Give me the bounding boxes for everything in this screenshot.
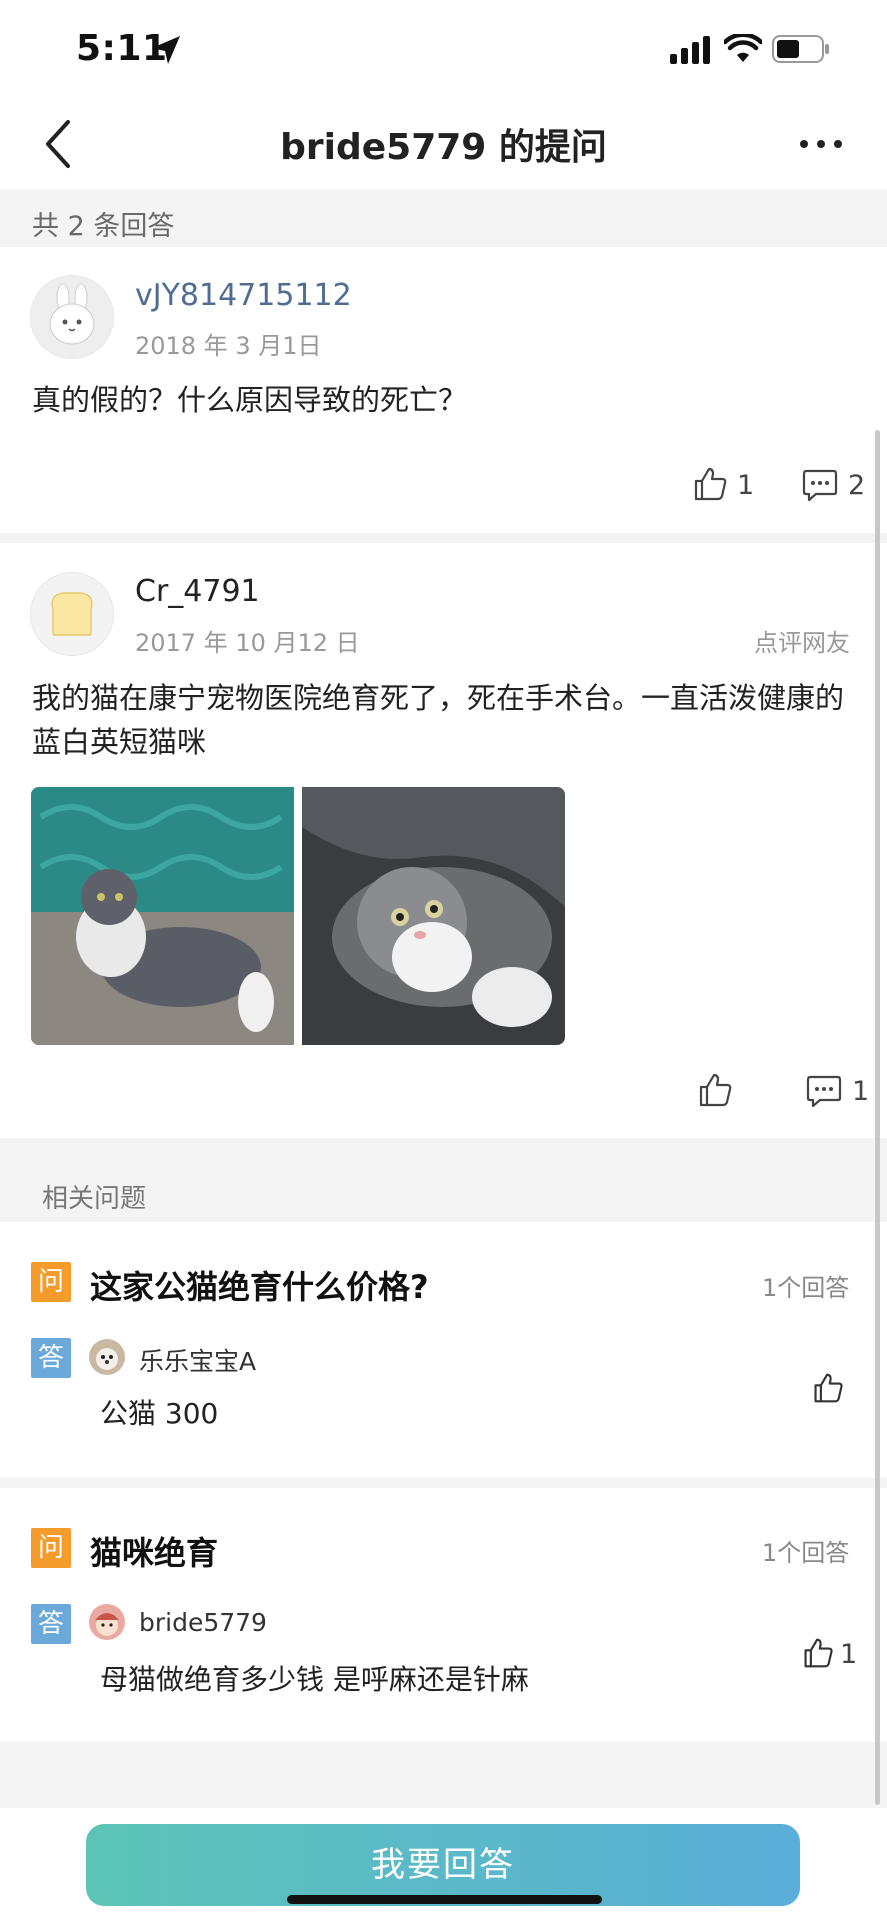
cat-photo-1[interactable]: [31, 787, 294, 1045]
answer-button[interactable]: 我要回答: [86, 1824, 800, 1906]
comment-icon[interactable]: [806, 1074, 842, 1108]
answer-date: 2017 年 10 月12 日: [135, 629, 360, 657]
divider: [0, 1478, 887, 1488]
answer-count: 共 2 条回答: [32, 211, 175, 242]
wifi-icon: [724, 34, 762, 62]
battery-icon: [772, 35, 829, 63]
home-indicator[interactable]: [287, 1895, 602, 1904]
related-answer-user: bride5779: [139, 1608, 267, 1637]
avatar: [89, 1604, 125, 1640]
like-count: 1: [840, 1639, 858, 1670]
comment-count: 1: [852, 1076, 870, 1107]
answer-tag: 答: [31, 1604, 71, 1644]
related-question-title[interactable]: 猫咪绝育: [90, 1528, 218, 1574]
cat-photo-2[interactable]: [302, 787, 565, 1045]
answer-text: 真的假的？什么原因导致的死亡？: [32, 383, 468, 417]
thumbs-up-icon[interactable]: [692, 466, 728, 502]
scrollbar[interactable]: [875, 430, 880, 1805]
location-arrow-icon: [152, 36, 180, 64]
related-header: 相关问题: [42, 1184, 147, 1214]
like-count: 1: [737, 470, 755, 501]
question-tag: 问: [31, 1262, 71, 1302]
cartoon-avatar-icon: [89, 1604, 125, 1640]
divider: [0, 1742, 887, 1808]
comment-icon[interactable]: [802, 468, 838, 502]
thumbs-up-icon[interactable]: [697, 1072, 733, 1108]
related-question-title[interactable]: 这家公猫绝育什么价格?: [90, 1262, 429, 1308]
bunny-avatar-icon: [31, 276, 113, 358]
related-answer-user: 乐乐宝宝A: [139, 1347, 257, 1376]
related-answer-count: 1个回答: [762, 1274, 850, 1302]
related-answer-count: 1个回答: [762, 1539, 850, 1567]
avatar: [89, 1339, 125, 1375]
question-tag: 问: [31, 1528, 71, 1568]
more-options-icon[interactable]: [798, 124, 844, 164]
answer-source: 点评网友: [754, 629, 850, 657]
cellular-signal-icon: [670, 36, 710, 64]
page-title: bride5779 的提问: [280, 127, 607, 168]
answer-username[interactable]: Cr_4791: [135, 574, 260, 609]
answer-date: 2018 年 3 月1日: [135, 332, 322, 360]
related-answer-text: 公猫 300: [100, 1397, 219, 1430]
thumbs-up-icon[interactable]: [812, 1372, 844, 1404]
divider: [0, 533, 887, 543]
related-answer-text: 母猫做绝育多少钱 是呼麻还是针麻: [100, 1663, 529, 1696]
answer-text: 我的猫在康宁宠物医院绝育死了，死在手术台。一直活泼健康的蓝白英短猫咪: [32, 681, 845, 759]
answer-tag: 答: [31, 1338, 71, 1378]
toast-avatar-icon: [31, 573, 113, 655]
comment-count: 2: [848, 470, 866, 501]
avatar[interactable]: [30, 275, 114, 359]
answer-username[interactable]: vJY814715112: [135, 278, 352, 313]
avatar[interactable]: [30, 572, 114, 656]
dog-avatar-icon: [89, 1339, 125, 1375]
thumbs-up-icon[interactable]: [802, 1637, 834, 1669]
